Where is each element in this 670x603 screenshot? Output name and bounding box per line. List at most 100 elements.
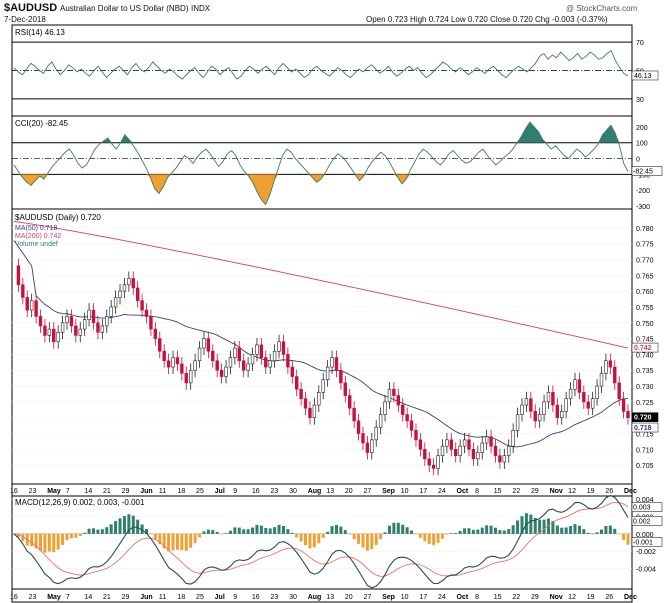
- date-axis-label: 11: [159, 594, 166, 601]
- macd-histogram-bar: [299, 533, 303, 542]
- macd-histogram-bar: [392, 522, 396, 534]
- macd-histogram-bar: [427, 533, 431, 544]
- candle-body: [321, 379, 325, 393]
- macd-histogram-bar: [30, 533, 34, 547]
- candle-body: [264, 357, 268, 368]
- candle-body: [237, 347, 241, 362]
- candle-body: [25, 297, 29, 311]
- price-last-value: 0.720: [634, 415, 652, 422]
- date-axis-label: Sep: [382, 488, 395, 495]
- candle-body: [498, 455, 502, 463]
- candle-body: [87, 309, 91, 320]
- macd-histogram-bar: [418, 533, 422, 538]
- macd-histogram-bar: [69, 533, 73, 539]
- volume-label: Volume undef: [15, 241, 58, 248]
- macd-histogram-bar: [153, 533, 157, 540]
- price-tick: 0.710: [636, 447, 654, 454]
- candle-body: [303, 398, 308, 409]
- price-label: $AUDUSD (Daily) 0.720: [15, 213, 101, 222]
- candle-body: [352, 407, 356, 422]
- macd-histogram-bar: [215, 531, 219, 534]
- date-axis-label: 8: [475, 488, 479, 495]
- candle-body: [458, 445, 462, 456]
- macd-histogram-bar: [277, 524, 281, 534]
- candle-body: [551, 392, 555, 406]
- macd-histogram-bar: [308, 533, 312, 549]
- macd-histogram-bar: [445, 533, 449, 535]
- macd-histogram-bar: [224, 533, 228, 534]
- date-axis-label: May: [47, 488, 61, 495]
- candle-body: [162, 350, 166, 362]
- date-axis-label: 22: [512, 488, 520, 495]
- date-axis-label: 9: [233, 594, 237, 601]
- macd-histogram-bar: [586, 532, 590, 534]
- macd-histogram-bar: [595, 532, 599, 534]
- candle-body: [533, 411, 537, 422]
- date-axis-label: 20: [345, 594, 353, 601]
- candle-body: [105, 316, 109, 327]
- date-axis-label: 12: [568, 594, 576, 601]
- candle-body: [511, 430, 515, 447]
- date-axis-label: 14: [84, 594, 92, 601]
- candle-body: [109, 306, 113, 317]
- date-axis-label: 21: [103, 594, 111, 601]
- rsi-tick: 30: [636, 97, 644, 104]
- date-axis-label: 16: [252, 488, 260, 495]
- macd-histogram-bar: [454, 533, 458, 534]
- candle-body: [365, 442, 370, 453]
- candle-body: [445, 439, 449, 447]
- macd-histogram-bar: [467, 528, 471, 534]
- price-tick: 0.705: [636, 463, 654, 470]
- candle-body: [277, 341, 281, 352]
- candle-body: [188, 369, 193, 384]
- macd-histogram-bar: [326, 531, 330, 534]
- macd-histogram-bar: [560, 527, 564, 534]
- macd-histogram-bar: [118, 518, 122, 534]
- macd-histogram-bar: [529, 514, 533, 534]
- macd-histogram-bar: [617, 533, 621, 535]
- macd-histogram-bar: [56, 533, 60, 550]
- candle-body: [74, 325, 78, 336]
- cci-tick: -300: [636, 204, 650, 211]
- date-axis-label: Dec: [624, 488, 637, 495]
- candle-body: [135, 287, 140, 301]
- macd-histogram-bar: [361, 533, 365, 548]
- candle-body: [414, 430, 418, 441]
- rsi-label: RSI(14) 46.13: [15, 28, 65, 37]
- macd-tick: -0.004: [636, 567, 656, 574]
- macd-histogram-bar: [96, 529, 100, 534]
- macd-histogram-bar: [61, 533, 65, 545]
- candle-body: [211, 350, 215, 362]
- cci-tick: 100: [636, 141, 648, 148]
- macd-histogram-bar: [414, 533, 418, 535]
- macd-histogram-bar: [237, 527, 241, 534]
- macd-histogram-bar: [511, 525, 515, 534]
- candle-body: [392, 388, 396, 396]
- cci-panel: [11, 115, 633, 210]
- candle-body: [233, 347, 237, 358]
- candle-body: [361, 433, 365, 444]
- date-axis-label: Jun: [140, 594, 152, 601]
- candle-body: [489, 436, 493, 447]
- candle-body: [409, 420, 414, 431]
- candle-body: [122, 284, 127, 292]
- candle-body: [158, 338, 162, 352]
- macd-histogram-bar: [202, 531, 206, 534]
- candle-body: [343, 382, 347, 396]
- candle-body: [286, 354, 290, 368]
- candle-body: [180, 363, 184, 374]
- price-tick: 0.725: [636, 400, 654, 407]
- date-axis-label: 15: [494, 594, 502, 601]
- candle-body: [621, 398, 626, 412]
- candle-body: [21, 284, 25, 298]
- macd-histogram-bar: [555, 525, 559, 534]
- candle-body: [396, 395, 401, 406]
- macd-histogram-bar: [352, 533, 356, 540]
- candle-body: [219, 369, 224, 377]
- macd-histogram-bar: [387, 525, 391, 534]
- candle-body: [171, 357, 175, 368]
- macd-histogram-bar: [198, 533, 202, 538]
- macd-histogram-bar: [251, 527, 255, 534]
- cci-tick: 200: [636, 125, 648, 132]
- price-tick: 0.780: [636, 226, 654, 233]
